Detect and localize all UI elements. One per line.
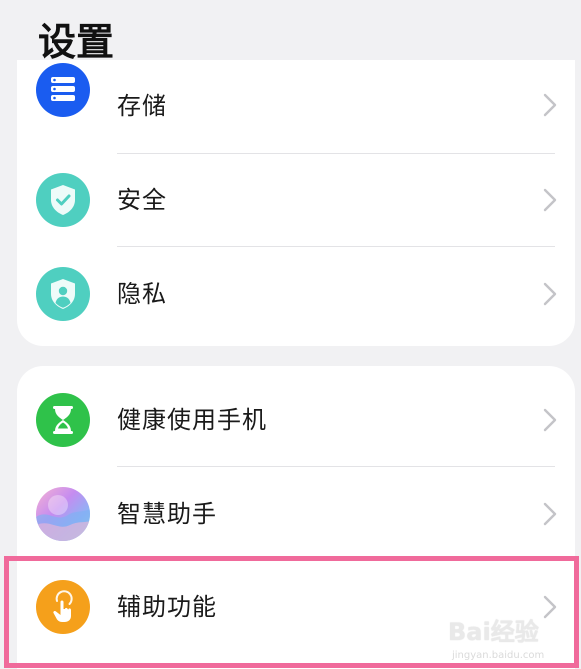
settings-item-digital-balance[interactable]: 健康使用手机 <box>17 374 575 466</box>
divider <box>117 466 555 467</box>
watermark-url: jingyan.baidu.com <box>452 650 545 661</box>
hourglass-icon <box>36 393 90 447</box>
settings-item-label: 健康使用手机 <box>117 406 267 434</box>
chevron-right-icon <box>543 502 557 526</box>
settings-item-label: 智慧助手 <box>117 500 217 528</box>
settings-item-smart-assistant[interactable]: 智慧助手 <box>17 468 575 560</box>
settings-item-storage[interactable]: 存储 <box>17 59 575 151</box>
settings-item-label: 隐私 <box>117 280 167 308</box>
chevron-right-icon <box>543 282 557 306</box>
chevron-right-icon <box>543 188 557 212</box>
privacy-shield-icon <box>36 267 90 321</box>
accessibility-hand-icon <box>36 580 90 634</box>
divider <box>117 246 555 247</box>
chevron-right-icon <box>543 93 557 117</box>
settings-group-device: 存储 安全 隐私 <box>17 60 575 346</box>
smart-assistant-icon <box>36 487 90 541</box>
storage-icon <box>36 63 90 117</box>
settings-item-label: 辅助功能 <box>117 593 217 621</box>
watermark-logo: Bai经验 <box>448 618 539 646</box>
settings-item-label: 安全 <box>117 186 167 214</box>
shield-check-icon <box>36 173 90 227</box>
settings-item-security[interactable]: 安全 <box>17 154 575 246</box>
settings-item-privacy[interactable]: 隐私 <box>17 248 575 340</box>
watermark: Bai经验 jingyan.baidu.com <box>448 610 576 666</box>
settings-item-label: 存储 <box>117 92 167 120</box>
chevron-right-icon <box>543 408 557 432</box>
